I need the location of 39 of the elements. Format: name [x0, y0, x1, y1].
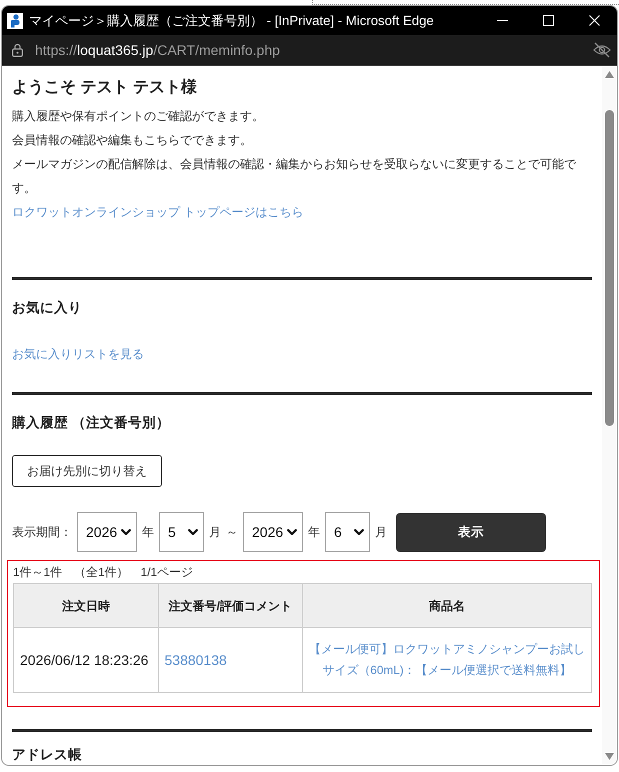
section-heading: 購入履歴 （注文番号別） [12, 414, 170, 432]
table-cell: 2026/06/12 18:23:26 [14, 628, 158, 692]
address-url[interactable]: https://loquat365.jp/CART/meminfo.php [35, 40, 280, 60]
welcome-heading: ようこそ テスト テスト様 [12, 78, 197, 98]
month-select[interactable]: 5 [159, 512, 204, 552]
switch-view-button[interactable]: お届け先別に切り替え [12, 455, 162, 487]
year-select[interactable]: 2026 [77, 512, 137, 552]
column-header: 注文番号/評価コメント [158, 584, 302, 628]
unit-label: 年 [308, 524, 320, 541]
unit-label: 月 [209, 524, 221, 541]
intro-text: 購入履歴や保有ポイントのご確認ができます。 [12, 108, 264, 125]
column-header: 注文日時 [14, 584, 158, 628]
section-heading: アドレス帳 [12, 746, 82, 764]
lock-icon [12, 43, 23, 57]
unit-label: 月 [375, 524, 387, 541]
chevron-down-icon [188, 528, 198, 536]
chevron-down-icon [354, 528, 364, 536]
eye-slash-icon[interactable] [593, 42, 611, 58]
page-icon [7, 12, 23, 28]
chevron-down-icon [121, 528, 131, 536]
range-separator: ～ [226, 524, 238, 541]
scrollbar-thumb[interactable] [605, 110, 614, 426]
unit-label: 年 [142, 524, 154, 541]
close-icon [588, 15, 600, 26]
period-label: 表示期間： [12, 524, 72, 541]
month-select[interactable]: 6 [325, 512, 370, 552]
intro-text: 会員情報の確認や編集もこちらでできます。 [12, 132, 252, 149]
column-header: 商品名 [302, 584, 592, 628]
scrollbar-track[interactable] [602, 66, 617, 765]
intro-text: メールマガジンの配信解除は、会員情報の確認・編集からお知らせを受取らないに変更することで可能です。 [12, 156, 578, 197]
result-summary: 1件～1件 （全1件） 1/1ページ [13, 564, 194, 581]
year-select[interactable]: 2026 [243, 512, 303, 552]
scroll-up-icon[interactable] [605, 71, 614, 78]
scroll-down-icon[interactable] [605, 753, 614, 760]
section-heading: お気に入り [12, 299, 82, 317]
show-button[interactable]: 表示 [396, 512, 546, 552]
maximize-icon [542, 15, 554, 26]
window-title: マイページ＞購入履歴（ご注文番号別） - [InPrivate] - Microsoft Edge [29, 12, 434, 30]
chevron-down-icon [287, 528, 297, 536]
